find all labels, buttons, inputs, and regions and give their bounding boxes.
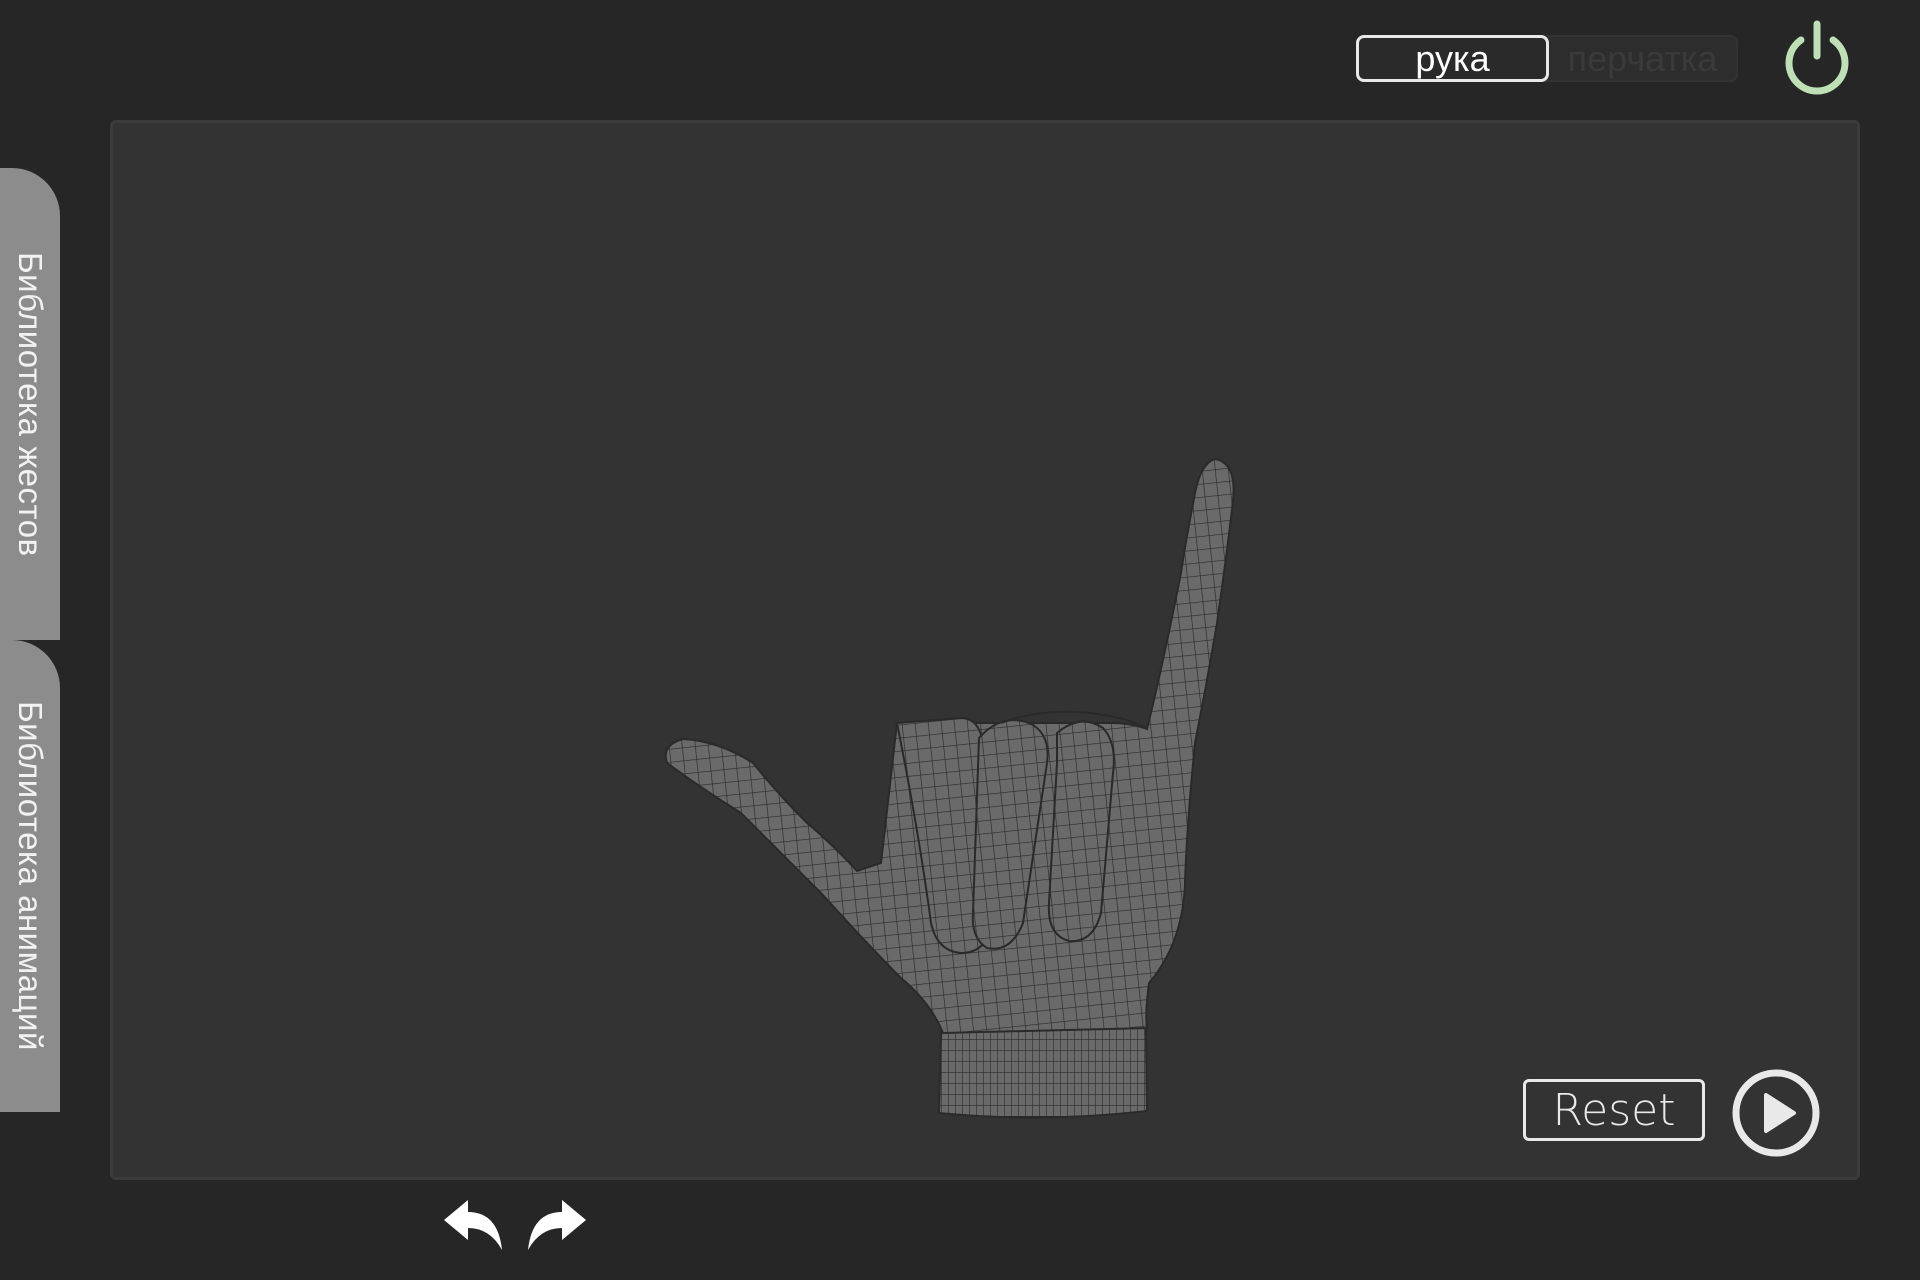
3d-viewport[interactable]: Reset: [110, 120, 1860, 1180]
play-icon: [1732, 1069, 1820, 1157]
redo-icon: [528, 1200, 586, 1250]
mode-option-glove[interactable]: перчатка: [1549, 37, 1736, 80]
tab-animation-library-label: Библиотека анимаций: [12, 701, 49, 1051]
hand-wireframe-model[interactable]: [661, 423, 1281, 1123]
mode-option-hand[interactable]: рука: [1356, 35, 1549, 82]
tab-animation-library[interactable]: Библиотека анимаций: [0, 640, 60, 1112]
redo-button[interactable]: [524, 1194, 592, 1256]
undo-button[interactable]: [438, 1194, 506, 1256]
play-button[interactable]: [1730, 1067, 1822, 1159]
tab-gesture-library-label: Библиотека жестов: [12, 251, 49, 557]
reset-button[interactable]: Reset: [1523, 1079, 1705, 1141]
undo-icon: [444, 1200, 502, 1250]
app-window: рука перчатка Библиотека жестов Библиоте…: [0, 0, 1920, 1280]
tab-gesture-library[interactable]: Библиотека жестов: [0, 168, 60, 640]
mode-toggle: рука перчатка: [1356, 35, 1738, 82]
power-button[interactable]: [1776, 20, 1858, 102]
power-icon: [1785, 20, 1849, 95]
